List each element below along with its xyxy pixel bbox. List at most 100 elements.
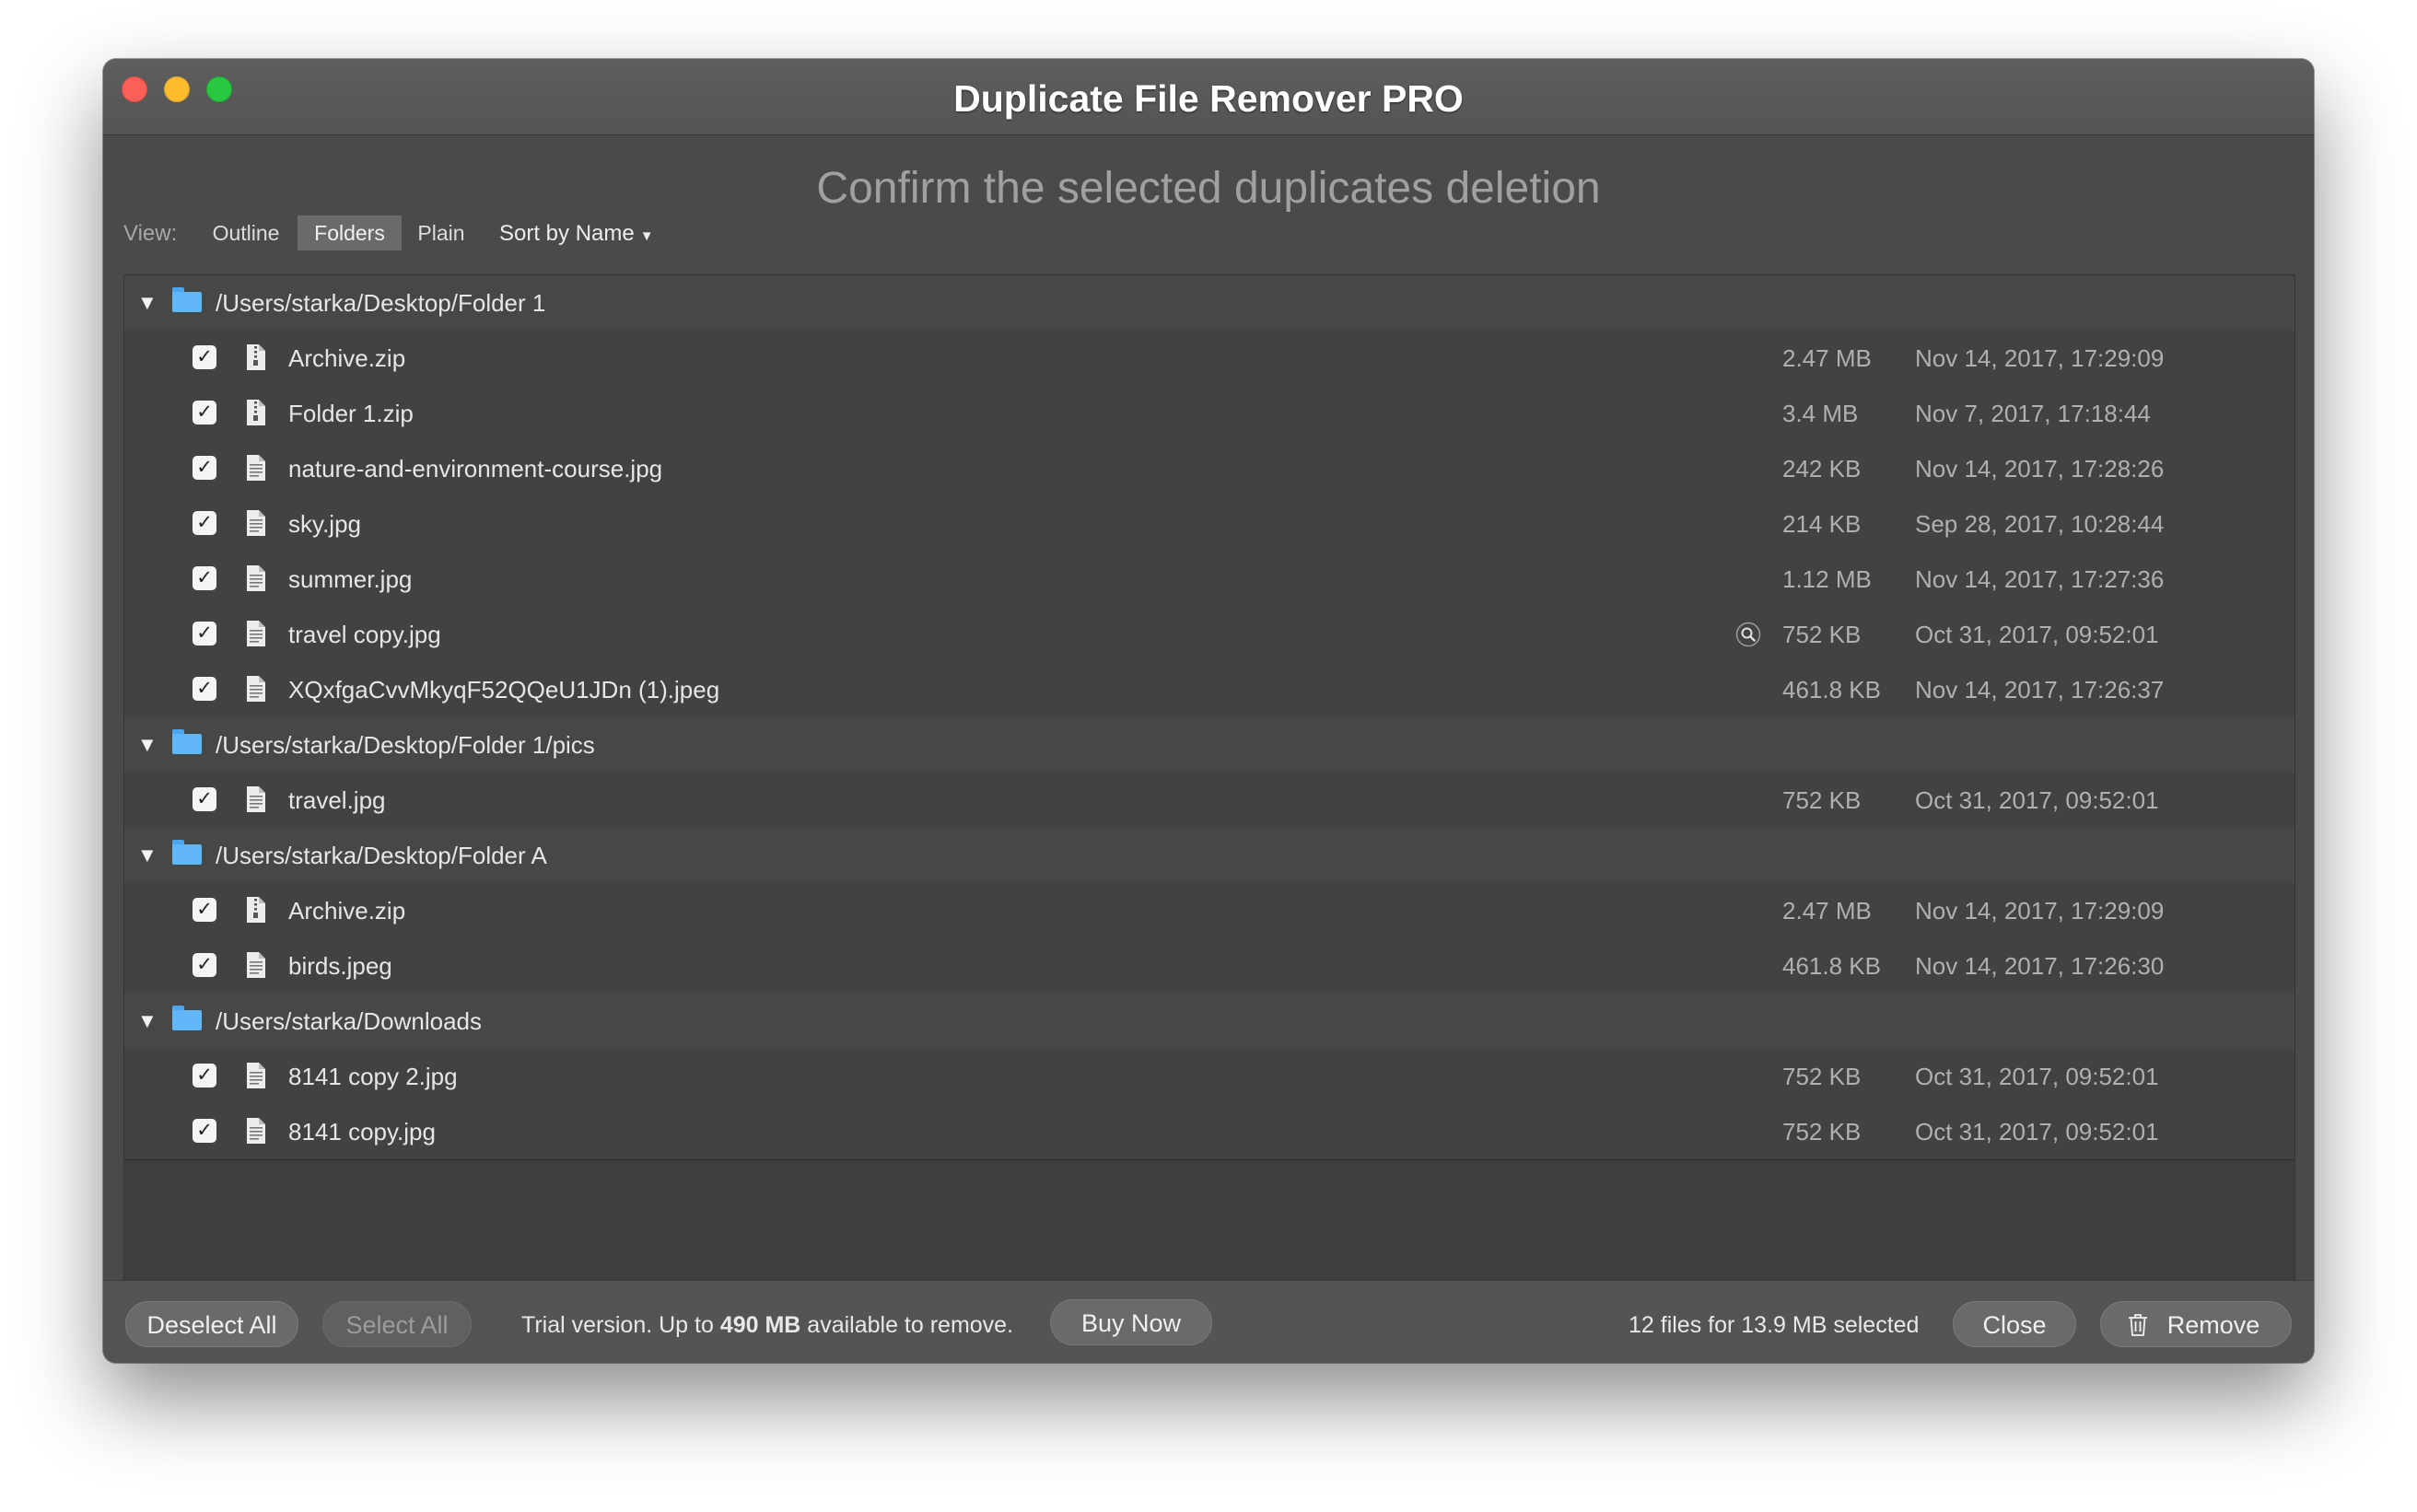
file-date: Nov 7, 2017, 17:18:44: [1915, 400, 2151, 427]
folder-group-row[interactable]: ▼ /Users/starka/Downloads: [124, 994, 2294, 1050]
disclosure-triangle-icon[interactable]: ▼: [137, 828, 158, 883]
file-date: Nov 14, 2017, 17:29:09: [1915, 897, 2165, 925]
view-plain-button[interactable]: Plain: [403, 215, 480, 250]
file-name: travel copy.jpg: [288, 621, 441, 648]
file-checkbox[interactable]: ✓: [193, 953, 216, 977]
footer-bar: Deselect All Select All Trial version. U…: [103, 1280, 2314, 1363]
folder-path: /Users/starka/Desktop/Folder 1: [216, 289, 546, 317]
disclosure-triangle-icon[interactable]: ▼: [137, 994, 158, 1049]
image-file-icon: [245, 564, 267, 592]
file-row[interactable]: ✓ XQxfgaCvvMkyqF52QQeU1JDn (1).jpeg 461.8 …: [124, 662, 2294, 718]
view-outline-button[interactable]: Outline: [195, 215, 297, 250]
file-checkbox[interactable]: ✓: [193, 622, 216, 646]
trash-icon: [2129, 1314, 2147, 1336]
file-date: Sep 28, 2017, 10:28:44: [1915, 510, 2165, 538]
sort-dropdown[interactable]: Sort by Name ▼: [499, 221, 654, 247]
folder-path: /Users/starka/Downloads: [216, 1007, 482, 1035]
zip-file-icon: [245, 399, 267, 426]
folder-path: /Users/starka/Desktop/Folder A: [216, 842, 547, 869]
file-row[interactable]: ✓ Archive.zip 2.47 MB Nov 14, 2017, 17:29:0…: [124, 331, 2294, 387]
buy-now-button[interactable]: Buy Now: [1050, 1299, 1212, 1345]
window-title: Duplicate File Remover PRO: [953, 77, 1464, 120]
file-checkbox[interactable]: ✓: [193, 787, 216, 811]
trial-prefix: Trial version. Up to: [521, 1312, 720, 1338]
file-size: 752 KB: [1782, 1063, 1862, 1090]
folder-group-row[interactable]: ▼ /Users/starka/Desktop/Folder 1: [124, 275, 2294, 331]
folder-icon: [172, 287, 202, 312]
image-file-icon: [245, 951, 267, 979]
file-row[interactable]: ✓ sky.jpg 214 KB Sep 28, 2017, 10:28:44: [124, 496, 2294, 552]
image-file-icon: [245, 1117, 267, 1145]
file-size: 214 KB: [1782, 510, 1862, 538]
file-date: Nov 14, 2017, 17:27:36: [1915, 565, 2165, 593]
file-checkbox[interactable]: ✓: [193, 1064, 216, 1087]
remove-label: Remove: [2166, 1311, 2260, 1339]
folder-group-row[interactable]: ▼ /Users/starka/Desktop/Folder A: [124, 828, 2294, 884]
app-window: Duplicate File Remover PRO Confirm the s…: [103, 59, 2314, 1363]
file-date: Nov 14, 2017, 17:26:30: [1915, 952, 2165, 980]
zip-file-icon: [245, 343, 267, 371]
file-date: Oct 31, 2017, 09:52:01: [1915, 786, 2159, 814]
caret-down-icon: ▼: [639, 228, 654, 244]
file-checkbox[interactable]: ✓: [193, 1119, 216, 1143]
file-row[interactable]: ✓ summer.jpg 1.12 MB Nov 14, 2017, 17:27:36: [124, 552, 2294, 608]
select-all-button[interactable]: Select All: [322, 1301, 472, 1347]
disclosure-triangle-icon[interactable]: ▼: [137, 275, 158, 331]
trial-suffix: available to remove.: [800, 1312, 1014, 1338]
file-name: Archive.zip: [288, 897, 406, 925]
duplicates-list[interactable]: ▼ /Users/starka/Desktop/Folder 1 ✓ Archive.…: [123, 274, 2295, 1306]
file-checkbox[interactable]: ✓: [193, 511, 216, 535]
file-checkbox[interactable]: ✓: [193, 456, 216, 480]
file-checkbox[interactable]: ✓: [193, 401, 216, 425]
zip-file-icon: [245, 896, 267, 924]
file-checkbox[interactable]: ✓: [193, 566, 216, 590]
file-row[interactable]: ✓ Archive.zip 2.47 MB Nov 14, 2017, 17:29:0…: [124, 883, 2294, 939]
file-row[interactable]: ✓ 8141 copy 2.jpg 752 KB Oct 31, 2017, 09:5…: [124, 1049, 2294, 1105]
disclosure-triangle-icon[interactable]: ▼: [137, 717, 158, 773]
image-file-icon: [245, 509, 267, 537]
file-name: 8141 copy 2.jpg: [288, 1063, 458, 1090]
file-name: 8141 copy.jpg: [288, 1118, 436, 1146]
file-date: Nov 14, 2017, 17:29:09: [1915, 344, 2165, 372]
trial-notice: Trial version. Up to 490 MB available to…: [521, 1312, 1013, 1339]
image-file-icon: [245, 785, 267, 813]
file-row[interactable]: ✓ 8141 copy.jpg 752 KB Oct 31, 2017, 09:52:…: [124, 1104, 2294, 1160]
image-file-icon: [245, 1062, 267, 1089]
file-checkbox[interactable]: ✓: [193, 677, 216, 701]
close-button[interactable]: Close: [1953, 1301, 2076, 1347]
file-size: 2.47 MB: [1782, 897, 1872, 925]
file-size: 461.8 KB: [1782, 676, 1881, 704]
image-file-icon: [245, 675, 267, 703]
page-subtitle: Confirm the selected duplicates deletion: [816, 164, 1601, 213]
file-name: summer.jpg: [288, 565, 413, 593]
folder-icon: [172, 840, 202, 865]
remove-button[interactable]: Remove: [2100, 1301, 2292, 1347]
sort-label: Sort by Name: [499, 221, 635, 246]
file-row[interactable]: ✓ birds.jpeg 461.8 KB Nov 14, 2017, 17:26:3…: [124, 938, 2294, 994]
file-size: 752 KB: [1782, 621, 1862, 648]
file-row[interactable]: ✓ travel.jpg 752 KB Oct 31, 2017, 09:52:01: [124, 773, 2294, 829]
folder-icon: [172, 729, 202, 754]
file-size: 242 KB: [1782, 455, 1862, 483]
file-size: 1.12 MB: [1782, 565, 1872, 593]
file-checkbox[interactable]: ✓: [193, 898, 216, 922]
file-date: Oct 31, 2017, 09:52:01: [1915, 1118, 2159, 1146]
image-file-icon: [245, 620, 267, 647]
folder-group-row[interactable]: ▼ /Users/starka/Desktop/Folder 1/pics: [124, 717, 2294, 773]
file-checkbox[interactable]: ✓: [193, 345, 216, 369]
deselect-all-button[interactable]: Deselect All: [125, 1301, 298, 1347]
file-name: XQxfgaCvvMkyqF52QQeU1JDn (1).jpeg: [288, 676, 720, 704]
file-size: 461.8 KB: [1782, 952, 1881, 980]
view-folders-button[interactable]: Folders: [298, 215, 402, 250]
quick-look-magnifier-icon[interactable]: [1735, 622, 1761, 647]
folder-path: /Users/starka/Desktop/Folder 1/pics: [216, 731, 595, 759]
file-name: Archive.zip: [288, 344, 406, 372]
file-date: Nov 14, 2017, 17:26:37: [1915, 676, 2165, 704]
file-row[interactable]: ✓ Folder 1.zip 3.4 MB Nov 7, 2017, 17:18:44: [124, 386, 2294, 442]
file-row[interactable]: ✓ nature-and-environment-course.jpg 242 KB…: [124, 441, 2294, 497]
file-row[interactable]: ✓ travel copy.jpg 752 KB Oct 31, 2017, 09:5…: [124, 607, 2294, 663]
file-size: 2.47 MB: [1782, 344, 1872, 372]
title-bar: Duplicate File Remover PRO: [103, 59, 2314, 135]
selection-summary: 12 files for 13.9 MB selected: [1629, 1312, 1920, 1338]
file-date: Oct 31, 2017, 09:52:01: [1915, 621, 2159, 648]
